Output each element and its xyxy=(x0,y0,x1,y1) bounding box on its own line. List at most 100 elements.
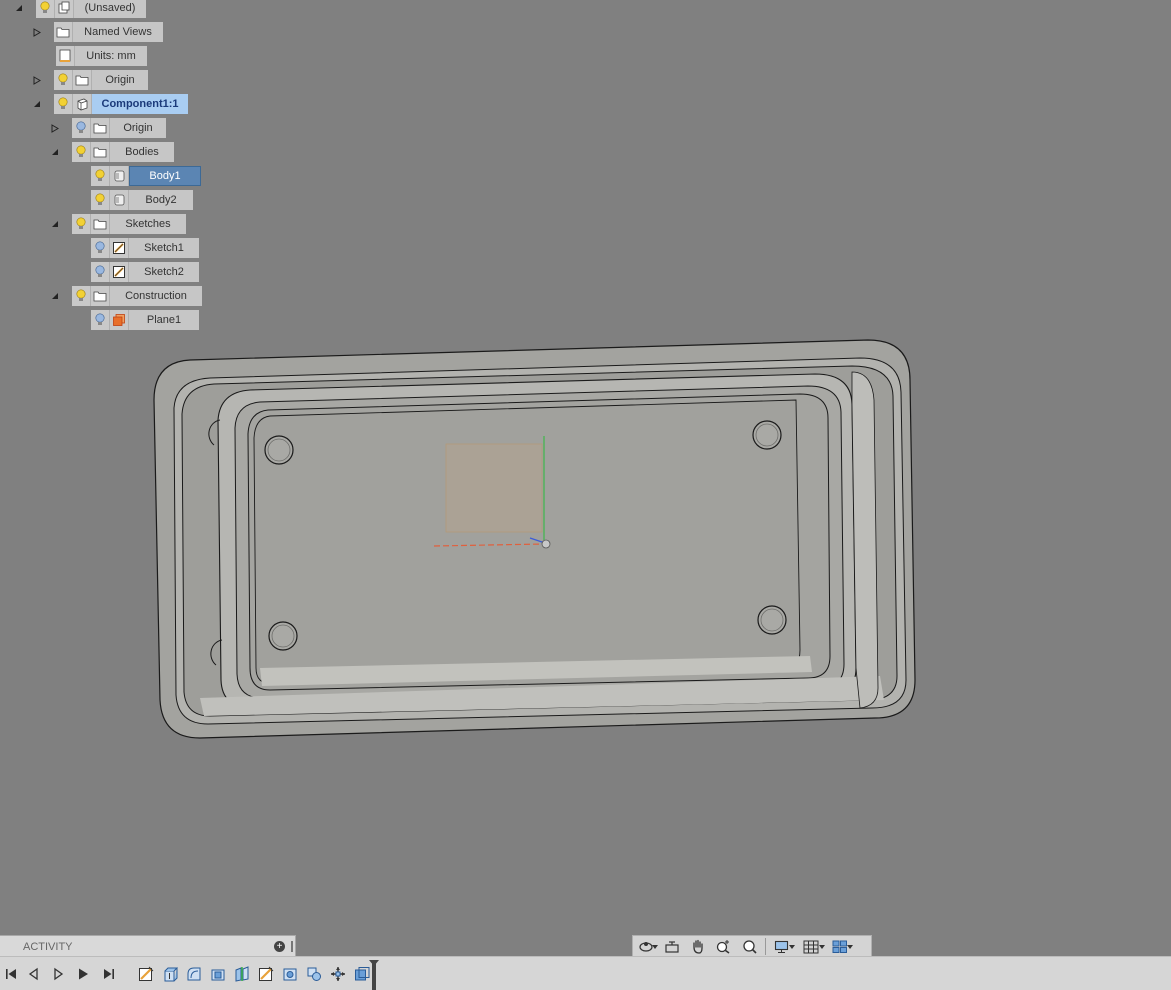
document-icon xyxy=(55,0,74,18)
collapse-icon[interactable] xyxy=(13,2,25,14)
tree-label-plane1: Plane1 xyxy=(129,310,199,330)
tree-label-origin: Origin xyxy=(92,70,148,90)
activity-panel[interactable]: ACTIVITY + xyxy=(0,935,296,957)
viewports-icon[interactable] xyxy=(826,936,854,957)
tree-label-sketch1: Sketch1 xyxy=(129,238,199,258)
tree-item-units[interactable]: Units: mm xyxy=(56,46,147,66)
lightbulb-off-icon[interactable] xyxy=(91,262,110,282)
split-feature-icon[interactable] xyxy=(233,965,251,983)
folder-icon xyxy=(73,70,92,90)
collapse-icon[interactable] xyxy=(49,146,61,158)
resize-grip-icon[interactable] xyxy=(291,941,293,952)
tree-label-root: (Unsaved) xyxy=(74,0,146,18)
folder-icon xyxy=(54,22,73,42)
hole-feature-icon[interactable] xyxy=(281,965,299,983)
tree-item-origin[interactable]: Origin xyxy=(54,70,148,90)
screw-hole xyxy=(752,420,782,450)
tree-item-component-origin[interactable]: Origin xyxy=(72,118,166,138)
tree-label-bodies: Bodies xyxy=(110,142,174,162)
model-viewport[interactable] xyxy=(0,0,1171,935)
lightbulb-off-icon[interactable] xyxy=(91,310,110,330)
tree-root-node[interactable]: (Unsaved) xyxy=(36,0,146,18)
body-icon xyxy=(110,190,129,210)
tree-label-body2: Body2 xyxy=(129,190,193,210)
lightbulb-on-icon[interactable] xyxy=(91,166,110,186)
sketch-feature-icon[interactable] xyxy=(137,965,155,983)
tree-label-named-views: Named Views xyxy=(73,22,163,42)
tree-item-sketches[interactable]: Sketches xyxy=(72,214,186,234)
plane-icon xyxy=(110,310,129,330)
move-feature-icon[interactable] xyxy=(329,965,347,983)
folder-icon xyxy=(91,142,110,162)
lightbulb-off-icon[interactable] xyxy=(91,238,110,258)
lightbulb-on-icon[interactable] xyxy=(72,286,91,306)
tree-item-bodies[interactable]: Bodies xyxy=(72,142,174,162)
tree-item-plane1[interactable]: Plane1 xyxy=(91,310,199,330)
tree-item-body1[interactable]: Body1 xyxy=(91,166,201,186)
timeline-marker-head-icon[interactable] xyxy=(369,960,379,966)
shell-feature-icon[interactable] xyxy=(209,965,227,983)
timeline-bar xyxy=(0,956,1171,990)
tree-label-units: Units: mm xyxy=(75,46,147,66)
tree-label-construction: Construction xyxy=(110,286,202,306)
zoom-icon[interactable] xyxy=(711,936,737,957)
collapse-icon[interactable] xyxy=(49,290,61,302)
look-at-icon[interactable] xyxy=(659,936,685,957)
origin-point xyxy=(541,539,551,549)
lightbulb-on-icon[interactable] xyxy=(54,70,73,90)
expand-plus-icon[interactable]: + xyxy=(274,941,285,952)
tree-label-sketches: Sketches xyxy=(110,214,186,234)
tree-item-named-views[interactable]: Named Views xyxy=(54,22,163,42)
tree-item-body2[interactable]: Body2 xyxy=(91,190,193,210)
combine-feature-icon[interactable] xyxy=(305,965,323,983)
tree-label-component-origin: Origin xyxy=(110,118,166,138)
orbit-icon[interactable] xyxy=(633,936,659,957)
tree-item-sketch2[interactable]: Sketch2 xyxy=(91,262,199,282)
screw-hole xyxy=(757,605,787,635)
lightbulb-on-icon[interactable] xyxy=(72,214,91,234)
sketch-icon xyxy=(110,262,129,282)
grid-settings-icon[interactable] xyxy=(796,936,826,957)
tree-label-sketch2: Sketch2 xyxy=(129,262,199,282)
screw-hole xyxy=(268,621,298,651)
lightbulb-off-icon[interactable] xyxy=(72,118,91,138)
lightbulb-on-icon[interactable] xyxy=(54,94,73,114)
sketch-icon xyxy=(110,238,129,258)
step-forward-icon[interactable] xyxy=(49,965,67,983)
document-settings-icon xyxy=(56,46,75,66)
lightbulb-on-icon[interactable] xyxy=(91,190,110,210)
screw-hole xyxy=(264,435,294,465)
lightbulb-on-icon[interactable] xyxy=(72,142,91,162)
activity-label: ACTIVITY xyxy=(23,940,73,953)
fit-icon[interactable] xyxy=(737,936,763,957)
separator xyxy=(765,938,766,955)
collapse-icon[interactable] xyxy=(31,98,43,110)
tree-item-sketch1[interactable]: Sketch1 xyxy=(91,238,199,258)
pan-icon[interactable] xyxy=(685,936,711,957)
folder-icon xyxy=(91,118,110,138)
sketch-feature-icon[interactable] xyxy=(257,965,275,983)
display-settings-icon[interactable] xyxy=(768,936,796,957)
construction-plane xyxy=(445,443,543,533)
tree-item-component[interactable]: Component1:1 xyxy=(54,94,188,114)
step-back-icon[interactable] xyxy=(25,965,43,983)
folder-icon xyxy=(91,214,110,234)
play-icon[interactable] xyxy=(74,965,92,983)
expand-icon[interactable] xyxy=(31,26,43,38)
body-icon xyxy=(110,166,129,186)
plane-feature-icon[interactable] xyxy=(353,965,371,983)
go-to-end-icon[interactable] xyxy=(100,965,118,983)
tree-item-construction[interactable]: Construction xyxy=(72,286,202,306)
navigation-bar xyxy=(632,935,872,958)
go-to-start-icon[interactable] xyxy=(2,965,20,983)
expand-icon[interactable] xyxy=(31,74,43,86)
component-icon xyxy=(73,94,92,114)
tree-label-body1: Body1 xyxy=(129,166,201,186)
folder-icon xyxy=(91,286,110,306)
expand-icon[interactable] xyxy=(49,122,61,134)
tree-label-component: Component1:1 xyxy=(92,94,188,114)
fillet-feature-icon[interactable] xyxy=(185,965,203,983)
collapse-icon[interactable] xyxy=(49,218,61,230)
extrude-feature-icon[interactable] xyxy=(161,965,179,983)
lightbulb-on-icon[interactable] xyxy=(36,0,55,18)
